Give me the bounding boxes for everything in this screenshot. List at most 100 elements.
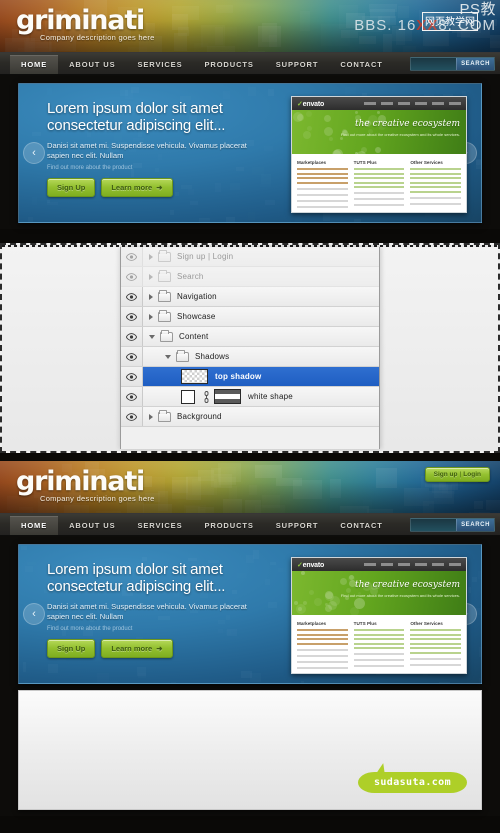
search-box-top[interactable]: SEARCH — [410, 57, 495, 71]
learn-more-label: Learn more — [111, 183, 152, 192]
layer-row[interactable]: Shadows — [121, 347, 379, 367]
learn-more-button[interactable]: Learn more ➜ — [101, 178, 172, 197]
layer-row[interactable]: top shadow — [121, 367, 379, 387]
envato-link — [410, 634, 461, 636]
layer-thumbnail[interactable] — [181, 369, 208, 384]
nav-item-services[interactable]: SERVICES — [126, 55, 193, 74]
chevron-right-icon[interactable] — [149, 274, 153, 280]
search-button-bottom[interactable]: SEARCH — [456, 519, 494, 531]
envato-column-title: TUTS Plus — [354, 621, 405, 626]
envato-text-line — [354, 653, 405, 655]
texture-tile — [439, 682, 450, 684]
eye-icon[interactable] — [121, 247, 143, 266]
chevron-down-icon[interactable] — [165, 355, 171, 359]
eye-icon[interactable] — [121, 287, 143, 306]
eye-icon[interactable] — [121, 327, 143, 346]
chevron-right-icon[interactable] — [149, 254, 153, 260]
layer-row[interactable]: Sign up | Login — [121, 247, 379, 267]
envato-text-line — [297, 206, 348, 208]
envato-column-title: TUTS Plus — [354, 160, 405, 165]
slider-prev-icon[interactable]: ‹ — [23, 603, 45, 625]
learn-more-button[interactable]: Learn more ➜ — [101, 639, 172, 658]
bubble-decoration — [294, 601, 298, 605]
texture-tile — [32, 197, 37, 205]
signup-label: Sign up — [434, 471, 458, 478]
envato-nav-item — [432, 102, 444, 105]
slider-prev-icon[interactable]: ‹ — [23, 142, 45, 164]
layer-mask-thumbnail[interactable] — [214, 389, 241, 404]
texture-tile — [190, 201, 198, 205]
layer-row[interactable]: Navigation — [121, 287, 379, 307]
chevron-down-icon[interactable] — [149, 335, 155, 339]
layer-row[interactable]: white shape — [121, 387, 379, 407]
envato-hero: the creative ecosystem Find out more abo… — [292, 571, 466, 615]
envato-column-other-services: Other Services — [410, 160, 461, 210]
envato-link — [297, 173, 348, 175]
envato-preview-bottom[interactable]: ✓envato the creative ecosystem Find out … — [291, 557, 467, 674]
nav-item-support[interactable]: SUPPORT — [265, 516, 330, 535]
chevron-right-icon[interactable] — [149, 294, 153, 300]
texture-tile — [268, 602, 277, 608]
nav-item-contact[interactable]: CONTACT — [329, 55, 393, 74]
sign-up-button[interactable]: Sign Up — [47, 178, 95, 197]
layer-row[interactable]: Search — [121, 267, 379, 287]
envato-nav-item — [449, 563, 461, 566]
main-navigation-top: HOME ABOUT US SERVICES PRODUCTS SUPPORT … — [0, 52, 500, 75]
envato-link — [297, 638, 348, 640]
layer-name: Shadows — [195, 352, 229, 361]
nav-item-about-us[interactable]: ABOUT US — [58, 516, 126, 535]
site-logo-block[interactable]: griminati Company description goes here — [16, 6, 155, 42]
envato-headline: the creative ecosystem — [341, 119, 460, 129]
nav-item-home[interactable]: HOME — [10, 516, 58, 535]
arrow-right-icon: ➜ — [156, 644, 162, 653]
bubble-decoration — [377, 111, 380, 114]
site-logo-block[interactable]: griminati Company description goes here — [16, 467, 155, 503]
eye-icon[interactable] — [121, 387, 143, 406]
texture-tile — [171, 682, 176, 684]
sign-up-button[interactable]: Sign Up — [47, 639, 95, 658]
texture-tile — [137, 667, 146, 676]
envato-link — [297, 629, 348, 631]
layer-row[interactable]: Showcase — [121, 307, 379, 327]
texture-tile — [468, 587, 471, 593]
envato-nav-item — [415, 102, 427, 105]
search-box-bottom[interactable]: SEARCH — [410, 518, 495, 532]
hero-content-bottom: Lorem ipsum dolor sit amet consectetur a… — [47, 561, 247, 658]
hero-buttons: Sign Up Learn more ➜ — [47, 639, 247, 658]
eye-icon[interactable] — [121, 347, 143, 366]
texture-tile — [354, 219, 361, 223]
search-button-top[interactable]: SEARCH — [456, 58, 494, 70]
texture-tile — [479, 678, 482, 684]
chevron-right-icon[interactable] — [149, 414, 153, 420]
eye-icon[interactable] — [121, 267, 143, 286]
nav-item-support[interactable]: SUPPORT — [265, 55, 330, 74]
eye-icon[interactable] — [121, 407, 143, 426]
layer-row-body: Showcase — [143, 312, 379, 322]
layer-row-body: Background — [143, 412, 379, 422]
envato-text-line — [297, 194, 348, 196]
nav-item-about-us[interactable]: ABOUT US — [58, 55, 126, 74]
nav-item-contact[interactable]: CONTACT — [329, 516, 393, 535]
nav-item-home[interactable]: HOME — [10, 55, 58, 74]
envato-column-other-services: Other Services — [410, 621, 461, 671]
envato-column-marketplaces: Marketplaces — [297, 160, 348, 210]
nav-item-products[interactable]: PRODUCTS — [193, 516, 264, 535]
layer-row[interactable]: Background — [121, 407, 379, 427]
eye-icon[interactable] — [121, 367, 143, 386]
eye-icon-svg — [126, 413, 137, 421]
layer-row[interactable]: Content — [121, 327, 379, 347]
site-tagline: Company description goes here — [40, 494, 155, 503]
nav-item-products[interactable]: PRODUCTS — [193, 55, 264, 74]
envato-topbar: ✓envato — [292, 558, 466, 571]
envato-preview-top[interactable]: ✓envato the creative ecosystem Find out … — [291, 96, 467, 213]
envato-link — [354, 186, 405, 188]
texture-tile — [32, 132, 41, 136]
layer-thumbnail[interactable] — [181, 390, 195, 404]
signup-login-button[interactable]: Sign up | Login — [425, 467, 490, 482]
eye-icon[interactable] — [121, 307, 143, 326]
layers-panel[interactable]: Sign up | Login Search Navigation Showcase C… — [120, 247, 380, 449]
nav-item-services[interactable]: SERVICES — [126, 516, 193, 535]
photoshop-layers-screenshot: Sign up | Login Search Navigation Showcase C… — [0, 243, 500, 453]
chevron-right-icon[interactable] — [149, 314, 153, 320]
envato-link — [354, 634, 405, 636]
